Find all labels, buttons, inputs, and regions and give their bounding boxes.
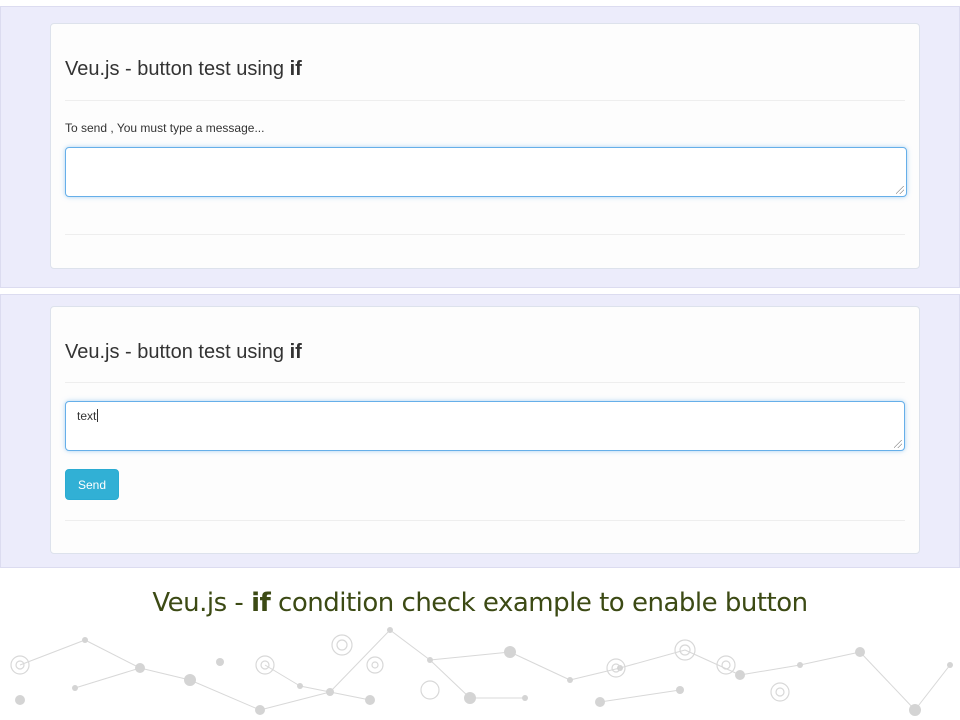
- message-value: text: [77, 409, 97, 423]
- text-caret: [97, 409, 99, 422]
- title-keyword: if: [289, 58, 302, 80]
- hint-text: To send , You must type a message...: [65, 121, 265, 135]
- panel-title: Veu.js - button test using if: [65, 341, 302, 363]
- divider: [65, 382, 905, 383]
- network-pattern-decoration: [10, 627, 953, 716]
- resize-handle-icon[interactable]: [896, 186, 904, 194]
- screenshot-filled-state: Veu.js - button test using if text Send: [0, 294, 960, 568]
- divider: [65, 520, 905, 521]
- divider: [65, 234, 905, 235]
- send-button[interactable]: Send: [65, 469, 119, 500]
- divider: [65, 100, 905, 101]
- message-textarea[interactable]: [65, 147, 907, 197]
- form-panel: Veu.js - button test using if text Send: [50, 306, 920, 554]
- panel-title: Veu.js - button test using if: [65, 58, 302, 80]
- message-textarea[interactable]: text: [65, 401, 905, 451]
- caption-keyword: if: [251, 588, 271, 618]
- form-panel: Veu.js - button test using if To send , …: [50, 23, 920, 269]
- resize-handle-icon[interactable]: [894, 440, 902, 448]
- screenshot-empty-state: Veu.js - button test using if To send , …: [0, 6, 960, 288]
- caption: Veu.js - if condition check example to e…: [152, 588, 808, 618]
- title-keyword: if: [289, 341, 302, 363]
